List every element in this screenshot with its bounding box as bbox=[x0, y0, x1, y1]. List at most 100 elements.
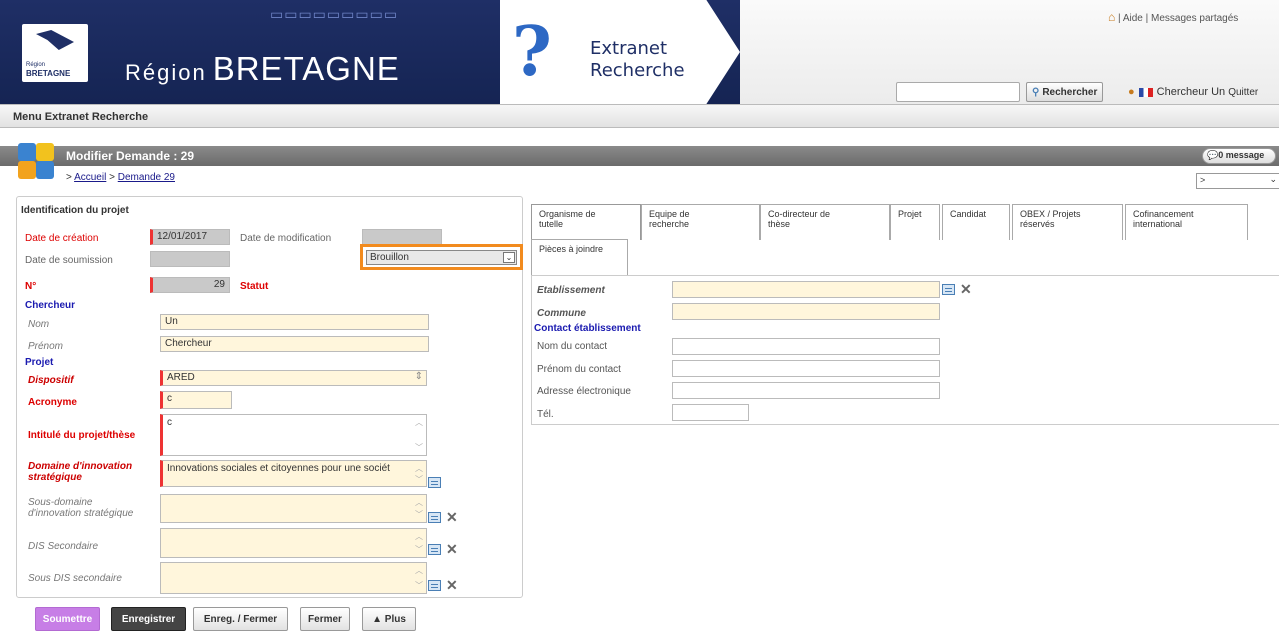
textarea-scrollbar[interactable]: ︿ ﹀ bbox=[414, 531, 424, 555]
nom-label: Nom bbox=[28, 319, 50, 330]
list-picker-icon[interactable] bbox=[428, 580, 441, 591]
region-logo[interactable]: Région BRETAGNE bbox=[22, 24, 88, 82]
search-button[interactable]: ⚲ Rechercher bbox=[1026, 82, 1104, 102]
prenom-contact-label: Prénom du contact bbox=[537, 364, 621, 375]
main-menu-label[interactable]: Menu Extranet Recherche bbox=[13, 111, 148, 123]
tab-equipe-recherche[interactable]: Equipe de recherche bbox=[641, 204, 760, 240]
commune-field[interactable] bbox=[672, 303, 940, 320]
textarea-scrollbar[interactable]: ︿ ﹀ bbox=[414, 463, 424, 484]
sous-domaine-label-line1: Sous-domaine bbox=[28, 497, 93, 508]
statut-highlight: Brouillon ⌄ bbox=[360, 244, 523, 270]
plus-button[interactable]: ▲ Plus bbox=[362, 607, 416, 631]
intitule-textarea[interactable]: c ︿ ﹀ bbox=[160, 414, 427, 456]
sous-dis-textarea[interactable]: ︿ ﹀ bbox=[160, 562, 427, 594]
nom-contact-field[interactable] bbox=[672, 338, 940, 355]
date-modification-label: Date de modification bbox=[240, 233, 332, 244]
domaine-textarea[interactable]: Innovations sociales et citoyennes pour … bbox=[160, 460, 427, 487]
list-picker-icon[interactable] bbox=[428, 512, 441, 523]
nom-contact-label: Nom du contact bbox=[537, 341, 608, 352]
fermer-button[interactable]: Fermer bbox=[300, 607, 350, 631]
list-picker-icon[interactable] bbox=[428, 544, 441, 555]
clear-x-icon[interactable]: ✕ bbox=[446, 510, 458, 524]
acronyme-field[interactable]: c bbox=[160, 391, 232, 409]
tab-label-line2: international bbox=[1133, 219, 1183, 229]
speech-bubble-icon: 💬 bbox=[1207, 150, 1219, 160]
intitule-value: c bbox=[167, 417, 172, 428]
user-name: Chercheur Un bbox=[1156, 86, 1226, 98]
tab-obex[interactable]: OBEX / Projets réservés bbox=[1012, 204, 1123, 240]
nom-field[interactable]: Un bbox=[160, 314, 429, 330]
app-title-line2: Recherche bbox=[590, 60, 685, 81]
header-decoration: ▭▭▭▭▭▭▭▭▭ bbox=[270, 6, 399, 22]
home-icon[interactable]: ⌂ bbox=[1108, 10, 1115, 24]
email-field[interactable] bbox=[672, 382, 940, 399]
textarea-scrollbar[interactable]: ︿ ﹀ bbox=[414, 565, 424, 591]
brand-name: BRETAGNE bbox=[212, 50, 400, 87]
top-links-text[interactable]: | Aide | Messages partagés bbox=[1118, 13, 1238, 24]
tab-label-line2: réservés bbox=[1020, 219, 1055, 229]
sous-domaine-label-line2: d'innovation stratégique bbox=[28, 508, 134, 519]
tab-label-line1: Co-directeur de bbox=[768, 209, 831, 219]
domaine-label-line1: Domaine d'innovation bbox=[28, 461, 133, 472]
dispositif-select[interactable]: ARED ⇕ bbox=[160, 370, 427, 386]
email-label: Adresse électronique bbox=[537, 386, 631, 397]
sous-domaine-textarea[interactable]: ︿ ﹀ bbox=[160, 494, 427, 523]
tab-label-line1: Equipe de bbox=[649, 209, 690, 219]
tab-label-line1: Cofinancement bbox=[1133, 209, 1194, 219]
sous-domaine-label: Sous-domaine d'innovation stratégique bbox=[28, 497, 133, 519]
tab-label-line1: Organisme de bbox=[539, 209, 596, 219]
etablissement-field[interactable] bbox=[672, 281, 940, 298]
prenom-contact-field[interactable] bbox=[672, 360, 940, 377]
clear-x-icon[interactable]: ✕ bbox=[446, 578, 458, 592]
prenom-field[interactable]: Chercheur bbox=[160, 336, 429, 352]
number-field: 29 bbox=[150, 277, 230, 293]
acronyme-label: Acronyme bbox=[28, 397, 77, 408]
soumettre-button[interactable]: Soumettre bbox=[35, 607, 100, 631]
intitule-label: Intitulé du projet/thèse bbox=[28, 430, 136, 441]
chevron-down-icon: ⌄ bbox=[503, 252, 515, 263]
brand-title: Région BRETAGNE bbox=[125, 50, 400, 88]
messages-button[interactable]: 💬0 message bbox=[1202, 148, 1276, 164]
dis-secondaire-textarea[interactable]: ︿ ﹀ bbox=[160, 528, 427, 558]
tab-co-directeur[interactable]: Co-directeur de thèse bbox=[760, 204, 890, 240]
tab-label-line2: thèse bbox=[768, 219, 791, 229]
page-title-bar: Modifier Demande : 29 bbox=[0, 146, 1279, 166]
clear-x-icon[interactable]: ✕ bbox=[960, 282, 972, 296]
search-input[interactable] bbox=[896, 82, 1020, 102]
projet-section: Projet bbox=[25, 357, 54, 368]
logo-region-text: Région bbox=[26, 62, 46, 68]
tab-cofinancement[interactable]: Cofinancement international bbox=[1125, 204, 1248, 240]
enreg-fermer-button[interactable]: Enreg. / Fermer bbox=[193, 607, 288, 631]
page-title: Modifier Demande : 29 bbox=[66, 149, 195, 163]
question-mark-icon: ? bbox=[512, 12, 552, 92]
navigation-select[interactable]: > ⌄ bbox=[1196, 173, 1279, 189]
clear-x-icon[interactable]: ✕ bbox=[446, 542, 458, 556]
list-picker-icon[interactable] bbox=[942, 284, 955, 295]
logo-bird-icon bbox=[36, 30, 74, 50]
chevron-down-icon: ⌄ bbox=[1269, 174, 1277, 184]
search-icon: ⚲ bbox=[1032, 86, 1040, 98]
tel-field[interactable] bbox=[672, 404, 749, 421]
flag-icon[interactable] bbox=[1138, 87, 1153, 97]
breadcrumb-home[interactable]: Accueil bbox=[74, 172, 106, 183]
list-picker-icon[interactable] bbox=[428, 477, 441, 488]
tab-organisme-tutelle[interactable]: Organisme de tutelle bbox=[531, 204, 641, 240]
tab-pieces-joindre[interactable]: Pièces à joindre bbox=[531, 239, 628, 276]
textarea-scrollbar[interactable]: ︿ ﹀ bbox=[414, 417, 424, 453]
tab-projet[interactable]: Projet bbox=[890, 204, 940, 240]
breadcrumb-current[interactable]: Demande 29 bbox=[118, 172, 175, 183]
main-menu[interactable]: Menu Extranet Recherche bbox=[0, 104, 1279, 128]
quit-link[interactable]: Quitter bbox=[1228, 87, 1258, 98]
dis-secondaire-label: DIS Secondaire bbox=[28, 541, 99, 552]
textarea-scrollbar[interactable]: ︿ ﹀ bbox=[414, 497, 424, 520]
contact-etablissement-section: Contact établissement bbox=[534, 323, 641, 334]
tab-label-line2: tutelle bbox=[539, 219, 564, 229]
enregistrer-button[interactable]: Enregistrer bbox=[111, 607, 186, 631]
tel-label: Tél. bbox=[537, 409, 554, 420]
domaine-label: Domaine d'innovation stratégique bbox=[28, 461, 132, 483]
etablissement-label: Etablissement bbox=[537, 285, 605, 296]
tab-candidat[interactable]: Candidat bbox=[942, 204, 1010, 240]
dispositif-label: Dispositif bbox=[28, 375, 74, 386]
statut-select[interactable]: Brouillon ⌄ bbox=[366, 250, 517, 265]
statut-label: Statut bbox=[240, 281, 269, 292]
